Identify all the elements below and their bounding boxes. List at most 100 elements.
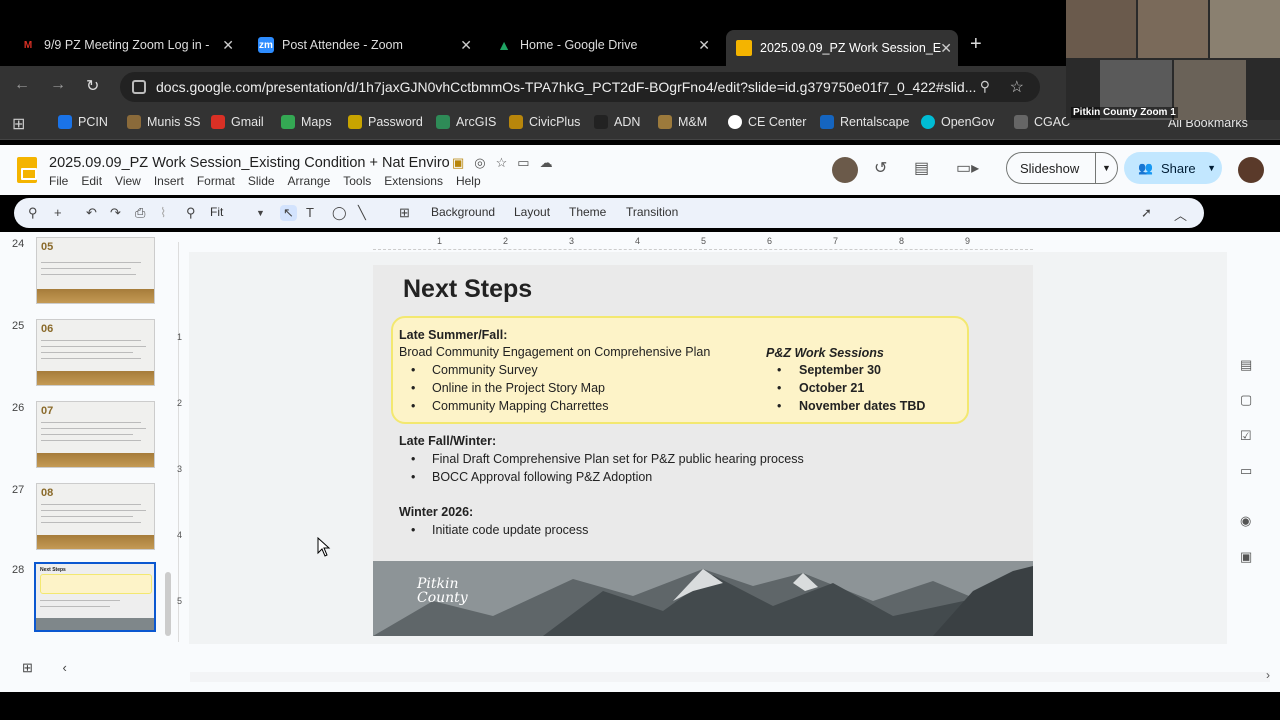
slide-thumbnail-selected[interactable]: Next Steps <box>34 562 156 632</box>
bookmark-arcgis[interactable]: ArcGIS <box>436 115 496 129</box>
pen-icon[interactable]: ➚ <box>1141 205 1152 221</box>
comments-icon[interactable]: ▤ <box>914 158 929 178</box>
thumb-highlight <box>40 574 152 594</box>
move-icon[interactable]: ▭ <box>517 155 529 171</box>
bookmark-label: ADN <box>614 115 641 129</box>
shape-icon[interactable]: ◯ <box>332 205 347 221</box>
menu-file[interactable]: File <box>49 174 68 188</box>
bookmark-munis[interactable]: Munis SS <box>127 115 201 129</box>
chevron-down-icon[interactable]: ▼ <box>1207 163 1216 173</box>
tab-zoom-login[interactable]: M 9/9 PZ Meeting Zoom Log in - ✕ <box>10 30 240 60</box>
slideshow-button[interactable]: Slideshow ▼ <box>1006 152 1118 184</box>
reload-icon[interactable]: ↻ <box>86 76 99 96</box>
slides-logo-icon[interactable] <box>17 157 37 183</box>
bookmark-pcin[interactable]: PCIN <box>58 115 108 129</box>
bookmark-star-icon[interactable]: ☆ <box>1010 77 1024 97</box>
collapse-filmstrip-icon[interactable]: ‹ <box>63 660 67 675</box>
slide-thumbnail[interactable]: 07 <box>36 401 155 468</box>
star-icon[interactable]: ☆ <box>496 155 508 171</box>
sync-icon[interactable]: ◎ <box>474 155 485 171</box>
menu-extensions[interactable]: Extensions <box>384 174 443 188</box>
redo-icon[interactable]: ↷ <box>110 205 121 221</box>
url-bar[interactable]: docs.google.com/presentation/d/1h7jaxGJN… <box>120 72 1040 102</box>
slide-thumbnail[interactable]: 05 <box>36 237 155 304</box>
menu-tools[interactable]: Tools <box>343 174 371 188</box>
transition-button[interactable]: Transition <box>626 205 678 219</box>
chevron-down-icon[interactable]: ▼ <box>1095 153 1117 183</box>
camera-icon[interactable]: ▣ <box>1240 549 1252 565</box>
menu-arrange[interactable]: Arrange <box>288 174 331 188</box>
new-slide-icon[interactable]: + <box>54 205 62 220</box>
menu-view[interactable]: View <box>115 174 141 188</box>
zoom-icon[interactable]: ⚲ <box>186 205 196 221</box>
slide-thumbnail[interactable]: 06 <box>36 319 155 386</box>
collaborator-avatar[interactable] <box>832 157 858 183</box>
apps-grid-icon[interactable]: ⊞ <box>12 114 25 134</box>
forward-icon[interactable]: → <box>50 76 66 94</box>
notes-icon[interactable]: ▤ <box>1240 357 1252 373</box>
format-icon[interactable]: ▣ <box>452 155 464 171</box>
menu-edit[interactable]: Edit <box>81 174 102 188</box>
bookmark-gmail[interactable]: Gmail <box>211 115 264 129</box>
back-icon[interactable]: ← <box>14 76 30 94</box>
tab-work-session[interactable]: 2025.09.09_PZ Work Session_E ✕ <box>726 30 958 66</box>
paint-format-icon[interactable]: ⌇ <box>160 205 166 221</box>
menu-help[interactable]: Help <box>456 174 481 188</box>
text-box-icon[interactable]: T <box>306 205 314 220</box>
site-info-icon[interactable] <box>132 80 146 94</box>
tab-post-attendee[interactable]: zm Post Attendee - Zoom ✕ <box>248 30 478 60</box>
record-icon[interactable]: ◉ <box>1240 513 1251 529</box>
share-button[interactable]: 👥 Share ▼ <box>1124 152 1222 184</box>
zoom-icon[interactable]: ⚲ <box>980 78 990 95</box>
tab-google-drive[interactable]: ▲ Home - Google Drive ✕ <box>486 30 716 60</box>
comment-icon[interactable]: ⊞ <box>399 205 410 221</box>
account-avatar[interactable] <box>1238 157 1264 183</box>
tasks-icon[interactable]: ☑ <box>1240 428 1252 444</box>
bookmark-cgac[interactable]: CGAC <box>1014 115 1070 129</box>
zoom-video-overlay[interactable]: Pitkin County Zoom 1 <box>1066 0 1280 120</box>
expand-panel-icon[interactable]: › <box>1266 668 1270 682</box>
chevron-down-icon[interactable]: ▼ <box>256 208 265 218</box>
folder-icon[interactable]: ▭ <box>1240 463 1252 479</box>
pz-item: September 30 <box>799 363 881 377</box>
horizontal-scrollbar[interactable] <box>190 672 1270 682</box>
layout-button[interactable]: Layout <box>514 205 550 219</box>
keep-icon[interactable]: ▢ <box>1240 392 1252 408</box>
bookmark-civicplus[interactable]: CivicPlus <box>509 115 580 129</box>
slide-title[interactable]: Next Steps <box>403 275 532 304</box>
close-icon[interactable]: ✕ <box>940 40 952 57</box>
current-slide[interactable]: Next Steps Late Summer/Fall: Broad Commu… <box>373 265 1033 636</box>
select-icon[interactable]: ↖ <box>280 205 297 221</box>
menu-format[interactable]: Format <box>197 174 235 188</box>
menu-slide[interactable]: Slide <box>248 174 275 188</box>
bookmark-icon <box>594 115 608 129</box>
meet-icon[interactable]: ▭▸ <box>956 158 979 178</box>
document-title[interactable]: 2025.09.09_PZ Work Session_Existing Cond… <box>49 155 450 171</box>
bookmark-maps[interactable]: Maps <box>281 115 332 129</box>
slide-thumbnail[interactable]: 08 <box>36 483 155 550</box>
undo-icon[interactable]: ↶ <box>86 205 97 221</box>
print-icon[interactable]: ⎙ <box>135 205 145 221</box>
search-menus-icon[interactable]: ⚲ <box>28 205 38 221</box>
zoom-select[interactable]: Fit <box>210 205 223 219</box>
new-tab-button[interactable]: + <box>970 33 982 56</box>
cloud-icon[interactable]: ☁ <box>540 155 553 171</box>
background-button[interactable]: Background <box>431 205 495 219</box>
bookmark-adn[interactable]: ADN <box>594 115 640 129</box>
menu-insert[interactable]: Insert <box>154 174 184 188</box>
bookmark-ce-center[interactable]: CE Center <box>728 115 806 129</box>
bookmark-password[interactable]: Password <box>348 115 423 129</box>
thumb-line <box>41 516 133 517</box>
close-icon[interactable]: ✕ <box>222 37 234 54</box>
theme-button[interactable]: Theme <box>569 205 606 219</box>
bookmark-mm[interactable]: M&M <box>658 115 707 129</box>
collapse-icon[interactable]: ︿ <box>1174 205 1187 224</box>
bookmark-opengov[interactable]: OpenGov <box>921 115 995 129</box>
history-icon[interactable]: ↺ <box>874 158 887 178</box>
line-icon[interactable]: ╲ <box>358 205 366 221</box>
close-icon[interactable]: ✕ <box>460 37 472 54</box>
bookmark-rentalscape[interactable]: Rentalscape <box>820 115 910 129</box>
filmstrip-scrollbar[interactable] <box>165 572 171 636</box>
grid-view-icon[interactable]: ⊞ <box>22 660 33 675</box>
close-icon[interactable]: ✕ <box>698 37 710 54</box>
